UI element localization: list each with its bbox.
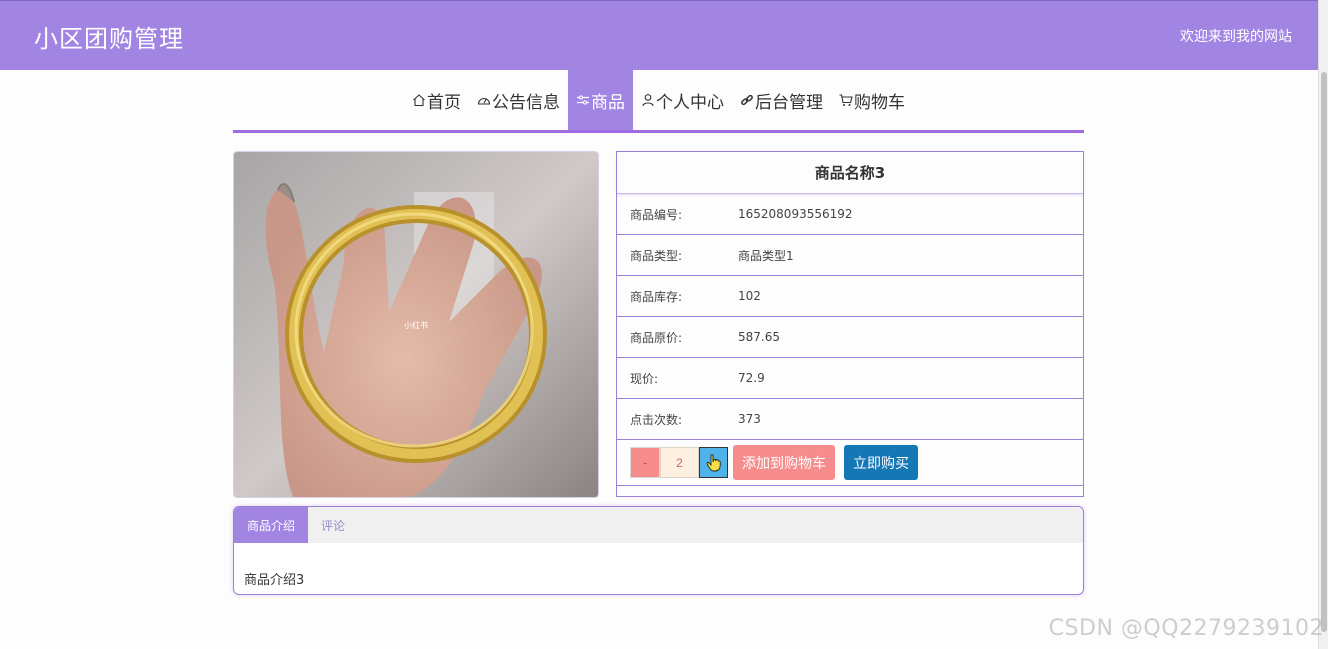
hand-pointer-icon [706, 453, 721, 471]
tab-comments[interactable]: 评论 [308, 507, 358, 543]
nav-item-profile[interactable]: 个人中心 [633, 70, 732, 130]
field-value: 373 [738, 412, 761, 426]
nav-item-cart[interactable]: 购物车 [831, 70, 913, 130]
increase-quantity-button[interactable] [699, 447, 728, 478]
tab-product-intro[interactable]: 商品介绍 [234, 507, 309, 543]
field-row-original-price: 商品原价: 587.65 [617, 317, 1083, 358]
field-row-current-price: 现价: 72.9 [617, 358, 1083, 399]
product-info-panel: 商品名称3 商品编号: 165208093556192 商品类型: 商品类型1 … [616, 151, 1084, 497]
purchase-actions: - 添加到购物车 立即购买 [617, 440, 1083, 486]
product-name: 商品名称3 [617, 152, 1083, 194]
field-label: 商品库存: [630, 289, 683, 304]
field-label: 商品类型: [630, 248, 683, 263]
cart-icon [839, 94, 853, 106]
scrollbar-thumb[interactable] [1321, 72, 1327, 632]
decrease-quantity-button[interactable]: - [630, 447, 660, 478]
nav-item-label: 后台管理 [755, 92, 823, 113]
field-label: 现价: [630, 371, 659, 386]
nav-item-label: 购物车 [854, 92, 905, 113]
field-value: 165208093556192 [738, 207, 853, 221]
link-icon [741, 94, 753, 106]
site-title: 小区团购管理 [34, 25, 184, 53]
field-label: 商品原价: [630, 330, 683, 345]
home-icon [413, 94, 425, 107]
csdn-watermark: CSDN @QQ2279239102 [1048, 616, 1324, 641]
nav-item-label: 首页 [427, 92, 461, 113]
product-image: 小红书 [233, 151, 599, 498]
field-value: 商品类型1 [738, 248, 794, 263]
product-tabs: 商品介绍 评论 商品介绍3 [233, 506, 1084, 595]
nav-item-announcements[interactable]: 公告信息 [469, 70, 568, 130]
tab-content: 商品介绍3 [244, 573, 305, 588]
user-icon [642, 94, 654, 107]
field-label: 点击次数: [630, 412, 683, 427]
product-photo: 小红书 [234, 152, 598, 497]
sliders-icon [577, 95, 589, 105]
field-row-stock: 商品库存: 102 [617, 276, 1083, 317]
nav-item-admin[interactable]: 后台管理 [732, 70, 831, 130]
welcome-text: 欢迎来到我的网站 [1180, 29, 1292, 45]
field-value: 102 [738, 289, 761, 303]
field-row-type: 商品类型: 商品类型1 [617, 235, 1083, 276]
field-row-clicks: 点击次数: 373 [617, 399, 1083, 440]
field-label: 商品编号: [630, 207, 683, 222]
gauge-icon [477, 98, 491, 105]
nav-item-label: 个人中心 [656, 92, 724, 113]
field-value: 587.65 [738, 330, 780, 344]
quantity-input[interactable] [660, 447, 699, 478]
buy-now-button[interactable]: 立即购买 [844, 445, 918, 480]
nav-item-home[interactable]: 首页 [404, 70, 469, 130]
nav-item-label: 商品 [591, 92, 625, 113]
tab-bar: 商品介绍 评论 [234, 507, 1083, 543]
main-nav: 首页 公告信息 商品 个人中心 后台管理 购物车 [233, 70, 1084, 133]
field-value: 72.9 [738, 371, 765, 385]
add-to-cart-button[interactable]: 添加到购物车 [733, 445, 835, 480]
top-header: 小区团购管理 欢迎来到我的网站 [0, 0, 1318, 70]
nav-item-label: 公告信息 [492, 92, 560, 113]
image-watermark-text: 小红书 [404, 320, 428, 330]
page-scrollbar[interactable] [1318, 0, 1328, 649]
nav-item-products[interactable]: 商品 [568, 70, 633, 130]
field-row-id: 商品编号: 165208093556192 [617, 194, 1083, 235]
